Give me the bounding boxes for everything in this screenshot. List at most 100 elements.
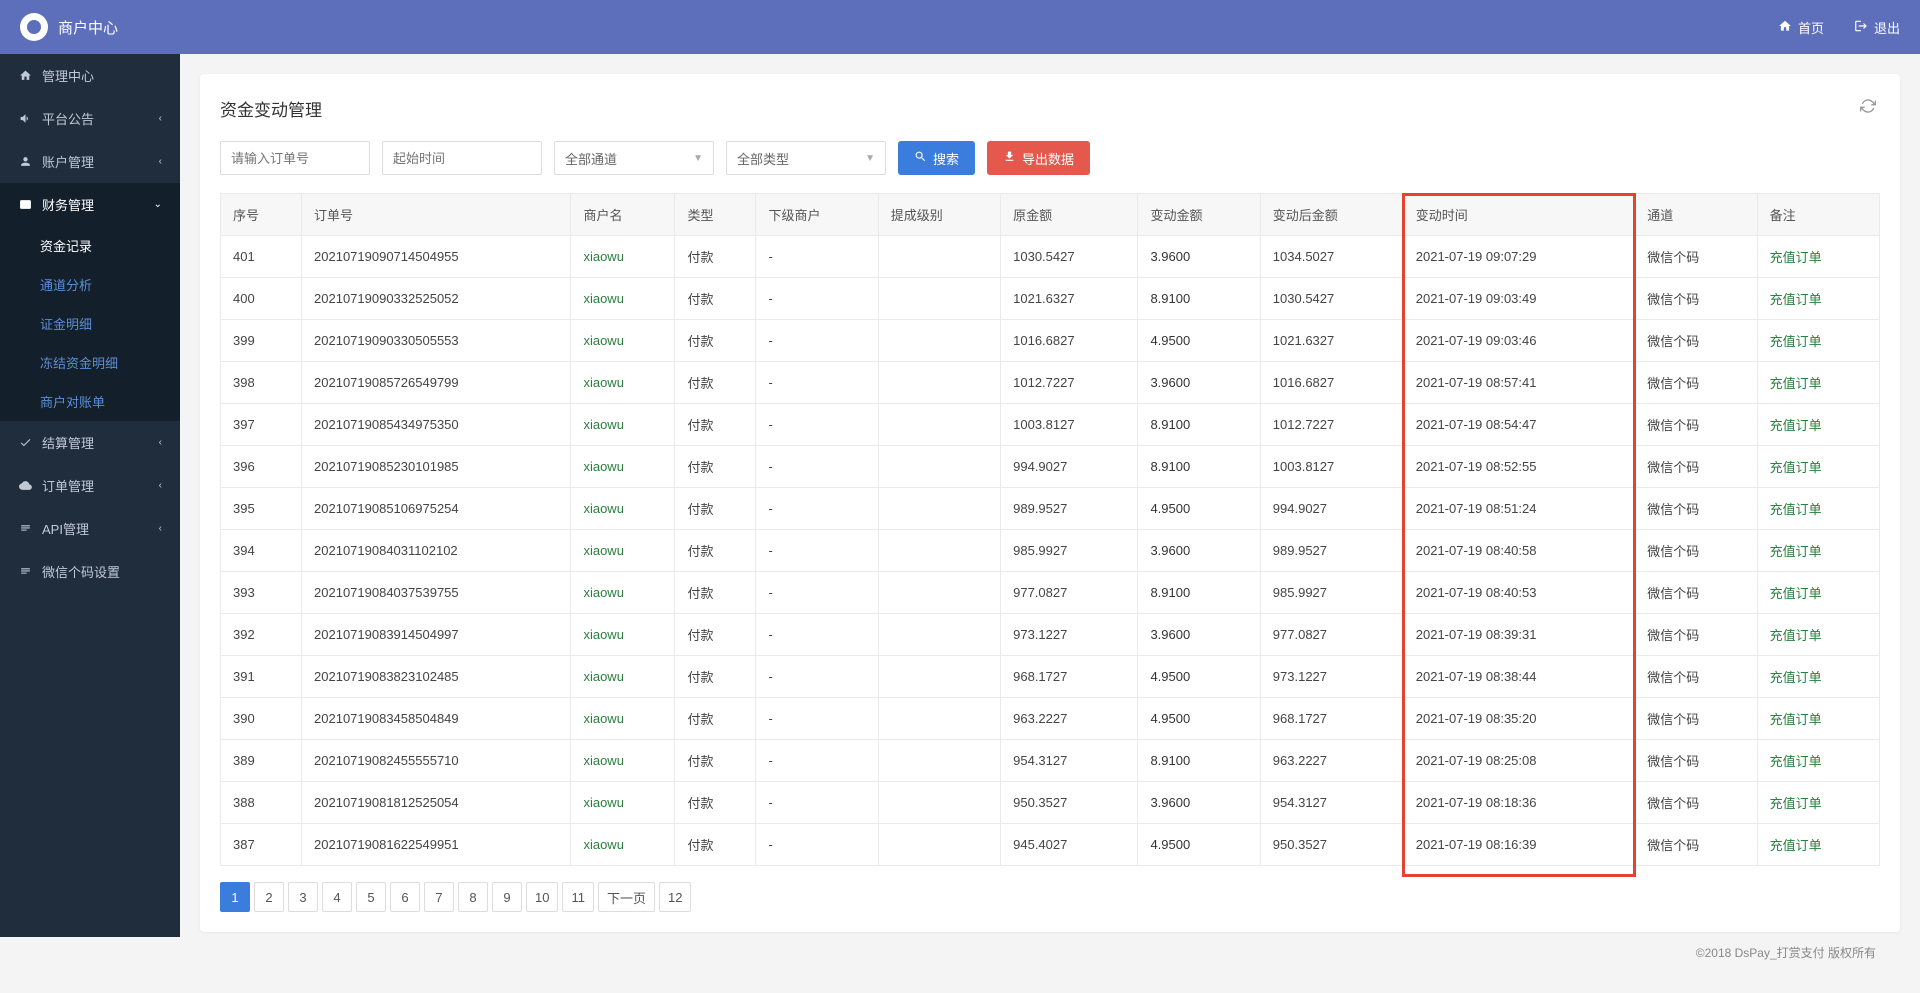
sidebar-item-1[interactable]: 平台公告‹	[0, 97, 180, 140]
table-cell: 20210719082455555710	[302, 740, 571, 782]
table-cell: xiaowu	[571, 236, 675, 278]
sidebar-item-3[interactable]: 财务管理⌄	[0, 183, 180, 226]
page-last[interactable]: 12	[659, 882, 691, 912]
order-input[interactable]	[220, 141, 370, 175]
page-btn-8[interactable]: 8	[458, 882, 488, 912]
table-cell: xiaowu	[571, 278, 675, 320]
table-cell	[878, 446, 1000, 488]
table-cell: 付款	[675, 614, 756, 656]
table-cell: 付款	[675, 488, 756, 530]
sidebar-sub-item-3[interactable]: 冻结资金明细	[0, 343, 180, 382]
sidebar-sub-item-1[interactable]: 通道分析	[0, 265, 180, 304]
page-next[interactable]: 下一页	[598, 882, 655, 912]
table-row: 38920210719082455555710xiaowu付款-954.3127…	[221, 740, 1880, 782]
search-button-label: 搜索	[933, 149, 959, 168]
table-cell: 8.9100	[1138, 572, 1260, 614]
table-cell	[878, 404, 1000, 446]
table-cell: xiaowu	[571, 782, 675, 824]
table-cell: 3.9600	[1138, 530, 1260, 572]
table-cell: 付款	[675, 824, 756, 866]
table-cell: 微信个码	[1635, 488, 1757, 530]
logout-link[interactable]: 退出	[1854, 18, 1900, 37]
table-cell: 396	[221, 446, 302, 488]
data-table: 序号订单号商户名类型下级商户提成级别原金额变动金额变动后金额变动时间通道备注 4…	[220, 193, 1880, 866]
sidebar-item-label: API管理	[42, 519, 89, 538]
table-row: 39120210719083823102485xiaowu付款-968.1727…	[221, 656, 1880, 698]
table-cell: -	[756, 824, 878, 866]
table-cell: 20210719083914504997	[302, 614, 571, 656]
table-cell: 392	[221, 614, 302, 656]
page-btn-5[interactable]: 5	[356, 882, 386, 912]
page-btn-3[interactable]: 3	[288, 882, 318, 912]
table-cell: 973.1227	[1001, 614, 1138, 656]
table-cell: 391	[221, 656, 302, 698]
sidebar-item-5[interactable]: 订单管理‹	[0, 464, 180, 507]
table-cell: 994.9027	[1260, 488, 1403, 530]
table-cell: 968.1727	[1260, 698, 1403, 740]
table-cell: 8.9100	[1138, 740, 1260, 782]
table-cell: 20210719083458504849	[302, 698, 571, 740]
export-button[interactable]: 导出数据	[987, 141, 1090, 175]
table-cell: 1003.8127	[1260, 446, 1403, 488]
table-cell: xiaowu	[571, 446, 675, 488]
table-cell	[878, 740, 1000, 782]
col-header: 备注	[1757, 194, 1879, 236]
check-icon	[18, 436, 32, 449]
wechat-icon	[18, 565, 32, 578]
table-cell: 2021-07-19 08:16:39	[1403, 824, 1634, 866]
page-btn-6[interactable]: 6	[390, 882, 420, 912]
table-cell: xiaowu	[571, 656, 675, 698]
sidebar-item-6[interactable]: API管理‹	[0, 507, 180, 550]
table-cell: -	[756, 488, 878, 530]
sidebar-sub-item-4[interactable]: 商户对账单	[0, 382, 180, 421]
page-btn-1[interactable]: 1	[220, 882, 250, 912]
page-btn-7[interactable]: 7	[424, 882, 454, 912]
page-btn-11[interactable]: 11	[562, 882, 594, 912]
table-cell	[878, 278, 1000, 320]
table-cell: 付款	[675, 236, 756, 278]
sidebar-item-7[interactable]: 微信个码设置	[0, 550, 180, 593]
table-cell: 3.9600	[1138, 782, 1260, 824]
sidebar-item-4[interactable]: 结算管理‹	[0, 421, 180, 464]
channel-select[interactable]: 全部通道 ▼	[554, 141, 714, 175]
table-cell: 付款	[675, 320, 756, 362]
table-cell: -	[756, 404, 878, 446]
sidebar-sub-item-2[interactable]: 证金明细	[0, 304, 180, 343]
page-btn-4[interactable]: 4	[322, 882, 352, 912]
home-icon	[1778, 19, 1792, 36]
table-cell: 2021-07-19 08:18:36	[1403, 782, 1634, 824]
col-header: 下级商户	[756, 194, 878, 236]
starttime-input[interactable]	[382, 141, 542, 175]
type-select[interactable]: 全部类型 ▼	[726, 141, 886, 175]
table-cell: -	[756, 698, 878, 740]
col-header: 订单号	[302, 194, 571, 236]
page-btn-9[interactable]: 9	[492, 882, 522, 912]
table-cell: 充值订单	[1757, 614, 1879, 656]
sidebar-sub-item-0[interactable]: 资金记录	[0, 226, 180, 265]
search-button[interactable]: 搜索	[898, 141, 975, 175]
table-cell: -	[756, 530, 878, 572]
page-btn-2[interactable]: 2	[254, 882, 284, 912]
table-cell: 充值订单	[1757, 740, 1879, 782]
table-row: 39920210719090330505553xiaowu付款-1016.682…	[221, 320, 1880, 362]
page-btn-10[interactable]: 10	[526, 882, 558, 912]
table-cell: 1021.6327	[1260, 320, 1403, 362]
home-link[interactable]: 首页	[1778, 18, 1824, 37]
export-icon	[1003, 150, 1016, 166]
table-cell: 20210719081812525054	[302, 782, 571, 824]
table-cell: 973.1227	[1260, 656, 1403, 698]
table-cell: 398	[221, 362, 302, 404]
sidebar-item-2[interactable]: 账户管理‹	[0, 140, 180, 183]
table-cell: 4.9500	[1138, 320, 1260, 362]
table-cell: 付款	[675, 278, 756, 320]
table-cell: 1016.6827	[1260, 362, 1403, 404]
table-cell: 微信个码	[1635, 740, 1757, 782]
sidebar-item-0[interactable]: 管理中心	[0, 54, 180, 97]
table-cell	[878, 320, 1000, 362]
table-cell: 3.9600	[1138, 236, 1260, 278]
table-cell	[878, 530, 1000, 572]
table-cell: xiaowu	[571, 362, 675, 404]
user-icon	[18, 155, 32, 168]
refresh-icon[interactable]	[1856, 94, 1880, 123]
table-cell: 微信个码	[1635, 614, 1757, 656]
